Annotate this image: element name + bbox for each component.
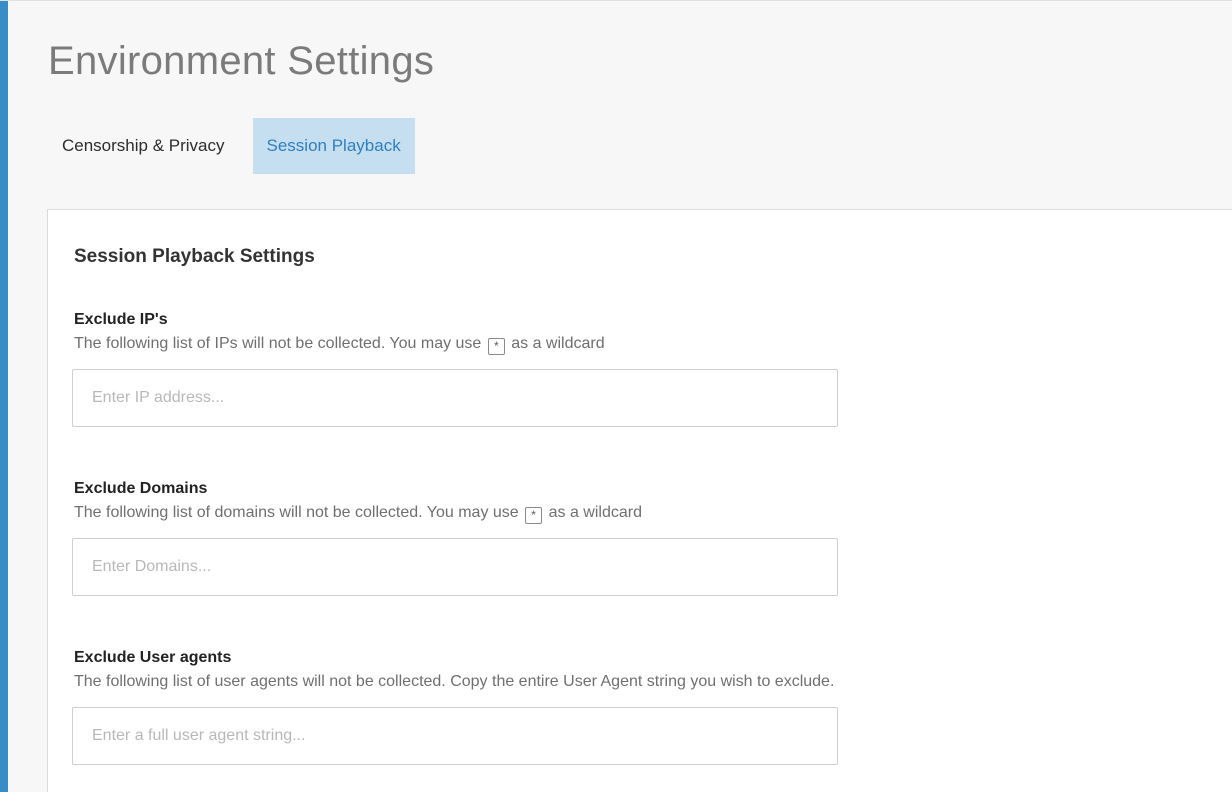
exclude-user-agents-label: Exclude User agents — [74, 649, 232, 666]
environment-settings-page: Environment Settings Censorship & Privac… — [0, 0, 1232, 792]
exclude-user-agents-help: The following list of user agents will n… — [74, 673, 835, 690]
exclude-ips-help: The following list of IPs will not be co… — [74, 335, 605, 355]
exclude-ips-input[interactable] — [72, 369, 838, 427]
exclude-domains-input[interactable] — [72, 538, 838, 596]
tab-session-playback[interactable]: Session Playback — [252, 118, 415, 174]
exclude-ips-label: Exclude IP's — [74, 311, 168, 328]
exclude-user-agents-input[interactable] — [72, 707, 838, 765]
wildcard-asterisk-icon: * — [525, 507, 543, 524]
left-accent-bar — [0, 1, 8, 792]
exclude-ips-help-prefix: The following list of IPs will not be co… — [74, 335, 482, 352]
exclude-ips-help-suffix: as a wildcard — [511, 335, 605, 352]
exclude-domains-help-prefix: The following list of domains will not b… — [74, 504, 519, 521]
exclude-domains-help: The following list of domains will not b… — [74, 504, 642, 524]
settings-tabs: Censorship & Privacy Session Playback — [48, 118, 429, 174]
exclude-domains-label: Exclude Domains — [74, 480, 208, 497]
tab-censorship-privacy[interactable]: Censorship & Privacy — [48, 118, 239, 174]
section-title: Session Playback Settings — [74, 246, 315, 267]
wildcard-asterisk-icon: * — [487, 338, 505, 355]
session-playback-settings-card: Session Playback Settings Exclude IP's T… — [47, 209, 1232, 792]
page-title: Environment Settings — [48, 39, 435, 83]
exclude-domains-help-suffix: as a wildcard — [548, 504, 642, 521]
